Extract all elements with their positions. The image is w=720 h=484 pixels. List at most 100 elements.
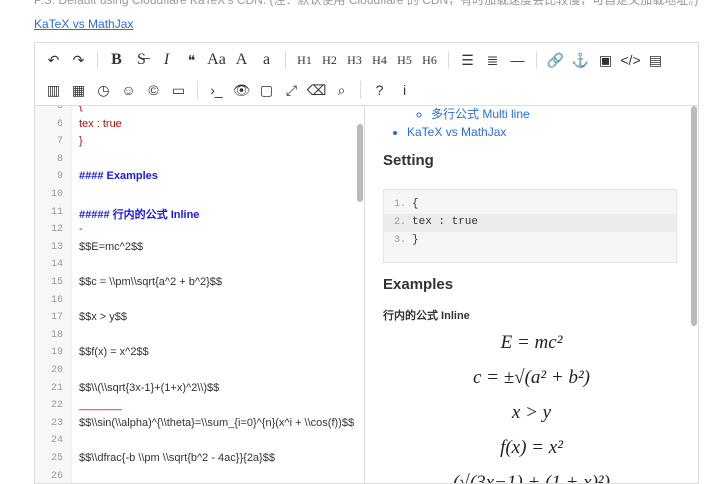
code-text: $$\\(\\sqrt{3x-1}+(1+x)^2\\)$$ [79, 381, 220, 394]
code-text: $$\\dfrac{-b \\pm \\sqrt{b^2 - 4ac}}{2a}… [79, 452, 275, 464]
code-icon[interactable]: </> [618, 47, 643, 73]
strikethrough-icon[interactable]: S̶ [129, 47, 154, 73]
editor-toolbar: ↶ ↷ B S̶ I ❝ Aa Aa H1 H2 H3 H4 H5 H6 ☰ ≣ — 🔗 ⚓ ▣ </> ▤ ▥ ▦ ◷ ☺ © ▭… [35, 43, 698, 106]
code-line: 18 [35, 327, 364, 344]
undo-icon[interactable]: ↶ [41, 47, 66, 73]
code-text: ##### 行内的公式 Inline [79, 208, 200, 221]
code-line: 15 $$c = \\pm\\sqrt{a^2 + b^2}$$ [35, 274, 364, 291]
line-number: 13 [50, 241, 63, 253]
code-line: 25 $$\\dfrac{-b \\pm \\sqrt{b^2 - 4ac}}{2… [35, 450, 364, 467]
code-block-line-number: 1. [393, 199, 406, 210]
line-number: 11 [50, 206, 63, 218]
code-pane[interactable]: 5 {6 tex : true 7 } 8 9 #### Examples 10 11 ###… [35, 106, 365, 483]
uppercase-first-icon[interactable]: A [229, 47, 254, 73]
inline-heading: 行内的公式 Inline [383, 310, 470, 322]
code-text: #### Examples [79, 170, 158, 183]
preview-pane-scrollbar[interactable] [691, 106, 697, 326]
code-line: 5 { [35, 106, 364, 115]
h1-button[interactable]: H1 [292, 47, 317, 73]
line-number: 16 [50, 294, 63, 306]
markdown-editor: ↶ ↷ B S̶ I ❝ Aa Aa H1 H2 H3 H4 H5 H6 ☰ ≣ — 🔗 ⚓ ▣ </> ▤ ▥ ▦ ◷ ☺ © ▭… [34, 42, 699, 484]
line-number: 17 [50, 312, 63, 324]
code-text: $$f(x) = x^2$$ [79, 346, 149, 359]
anchor-icon[interactable]: ⚓ [568, 47, 593, 73]
code-text: $$E=mc^2$$ [79, 240, 144, 253]
line-number: 5 [56, 106, 63, 112]
code-block-text: { [412, 198, 419, 210]
code-block: 1. {2. tex : true 3.} [383, 189, 677, 263]
fullscreen-icon[interactable]: ⤢ [279, 77, 304, 103]
code-text: tex : true [79, 117, 122, 130]
h3-button[interactable]: H3 [342, 47, 367, 73]
code-block-line: 2. tex : true [384, 214, 676, 232]
code-text: $$c = \\pm\\sqrt{a^2 + b^2}$$ [79, 276, 223, 288]
code-text: $$\\sin(\\alpha)^{\\theta}=\\sum_{i=0}^{… [79, 416, 355, 429]
line-number: 25 [50, 453, 63, 464]
h5-button[interactable]: H5 [392, 47, 417, 73]
redo-icon[interactable]: ↷ [66, 47, 91, 73]
code-line: 7 } [35, 133, 364, 150]
bold-icon[interactable]: B [104, 47, 129, 73]
line-number: 7 [56, 136, 63, 148]
preformatted-text-icon[interactable]: ▤ [643, 47, 668, 73]
goto-line-icon[interactable]: ›_ [204, 77, 229, 103]
code-line: 12 - [35, 221, 364, 238]
code-block-icon[interactable]: ▥ [41, 77, 66, 103]
preview-icon[interactable]: ▢ [254, 77, 279, 103]
toc-link[interactable]: 多行公式 Multi line [431, 106, 530, 123]
pagebreak-icon[interactable]: ▭ [166, 77, 191, 103]
code-line: 26 [35, 468, 364, 483]
line-number: 23 [50, 417, 63, 429]
uppercase-icon[interactable]: Aa [204, 47, 229, 73]
code-line: 9 #### Examples [35, 168, 364, 185]
code-line: 23 $$\\sin(\\alpha)^{\\theta}=\\sum_{i=0}… [35, 415, 364, 432]
line-number: 14 [50, 259, 63, 271]
clear-icon[interactable]: ⌫ [304, 77, 329, 103]
quote-icon[interactable]: ❝ [179, 47, 204, 73]
code-pane-scrollbar[interactable] [357, 124, 363, 202]
page-note: P.S. Default using Cloudflare KaTeX's CD… [34, 0, 699, 7]
toolbar-separator [448, 51, 449, 69]
math-formula: (√(3x−1) + (1 + x)²) [453, 472, 610, 483]
line-number: 12 [50, 224, 63, 236]
toolbar-separator [285, 51, 286, 69]
code-block-text: } [412, 234, 419, 246]
table-icon[interactable]: ▦ [66, 77, 91, 103]
toc-link[interactable]: KaTeX vs MathJax [407, 123, 530, 141]
info-icon[interactable]: i [392, 77, 417, 103]
code-line: 16 [35, 292, 364, 309]
code-block-line-number: 2. [393, 217, 406, 228]
image-icon[interactable]: ▣ [593, 47, 618, 73]
line-number: 9 [56, 171, 63, 183]
line-number: 6 [56, 118, 63, 130]
line-number: 22 [50, 400, 63, 412]
code-block-line-number: 3. [393, 235, 406, 246]
line-number: 19 [50, 347, 63, 359]
h4-button[interactable]: H4 [367, 47, 392, 73]
unordered-list-icon[interactable]: ☰ [455, 47, 480, 73]
h2-button[interactable]: H2 [317, 47, 342, 73]
lowercase-icon[interactable]: a [254, 47, 279, 73]
editor-panes: 5 {6 tex : true 7 } 8 9 #### Examples 10 11 ###… [35, 106, 698, 483]
datetime-icon[interactable]: ◷ [91, 77, 116, 103]
watch-icon[interactable]: 👁 [229, 77, 254, 103]
code-line: 21 $$\\(\\sqrt{3x-1}+(1+x)^2\\)$$ [35, 380, 364, 397]
examples-heading: Examples [383, 276, 454, 293]
code-text: } [79, 135, 83, 148]
code-line: 14 [35, 256, 364, 273]
toolbar-separator [536, 51, 537, 69]
search-icon[interactable]: ⌕ [329, 77, 354, 103]
horizontal-rule-icon[interactable]: — [505, 47, 530, 73]
code-line: 17 $$x > y$$ [35, 309, 364, 326]
emoji-icon[interactable]: ☺ [116, 77, 141, 103]
help-icon[interactable]: ? [367, 77, 392, 103]
toolbar-row-1: ↶ ↷ B S̶ I ❝ Aa Aa H1 H2 H3 H4 H5 H6 ☰ ≣ — 🔗 ⚓ ▣ </> ▤ [41, 45, 668, 75]
katex-vs-mathjax-link[interactable]: KaTeX vs MathJax [34, 17, 133, 31]
html-entities-icon[interactable]: © [141, 77, 166, 103]
h6-button[interactable]: H6 [417, 47, 442, 73]
ordered-list-icon[interactable]: ≣ [480, 47, 505, 73]
link-icon[interactable]: 🔗 [543, 47, 568, 73]
math-formula: E = mc² [500, 332, 563, 353]
code-text: { [79, 106, 83, 112]
italic-icon[interactable]: I [154, 47, 179, 73]
